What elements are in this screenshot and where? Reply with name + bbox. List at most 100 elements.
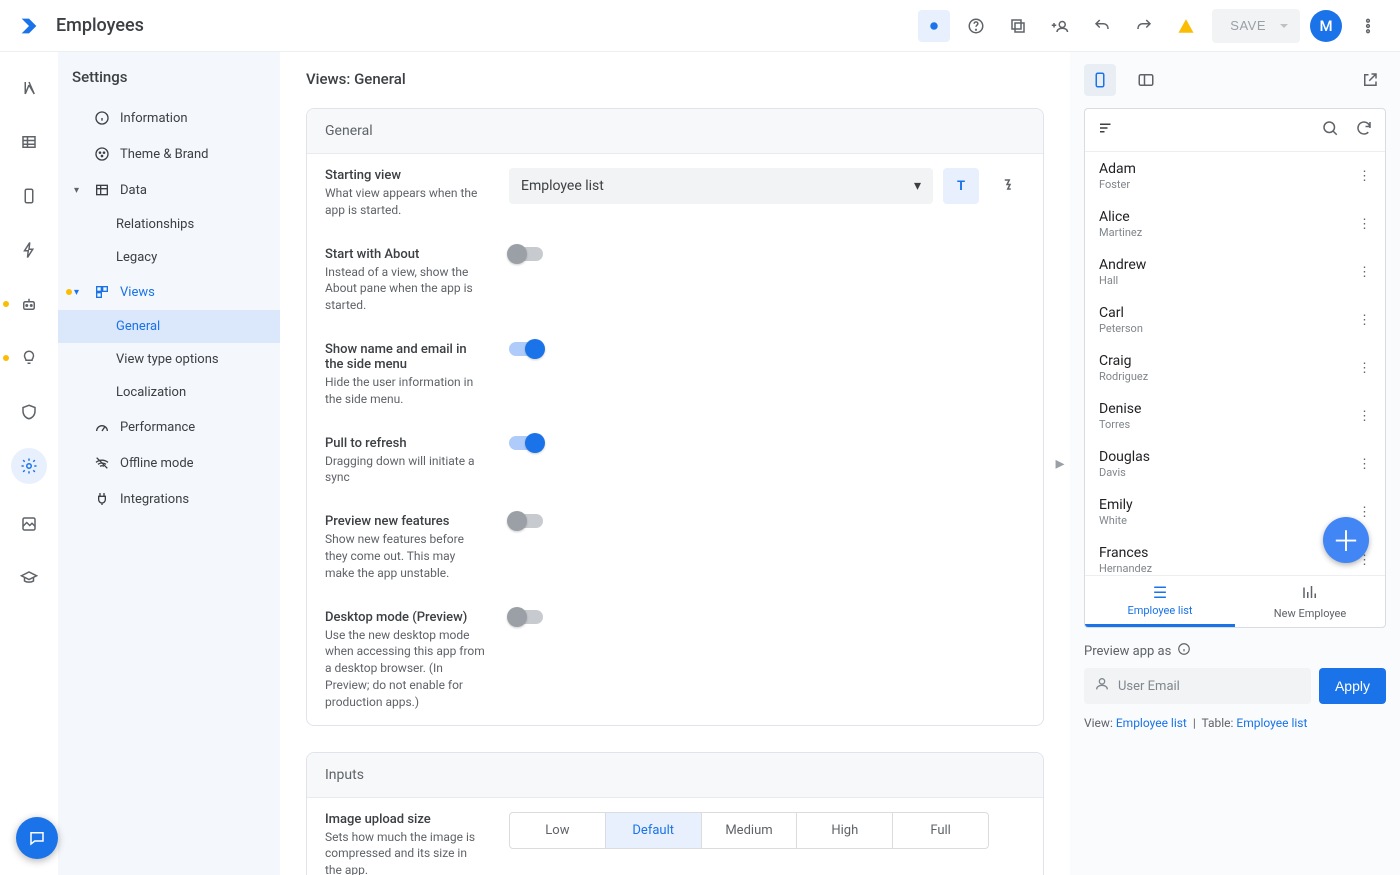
help-icon[interactable]: [960, 10, 992, 42]
sidebar-item-data[interactable]: ▾Data: [58, 172, 280, 208]
employee-first: Douglas: [1099, 449, 1150, 465]
preview-open-icon[interactable]: [1354, 64, 1386, 96]
formula-mode-chip[interactable]: [989, 168, 1025, 204]
refresh-icon[interactable]: [1355, 119, 1373, 141]
avatar[interactable]: M: [1310, 10, 1342, 42]
more-icon[interactable]: [1352, 10, 1384, 42]
phone-tab-new[interactable]: New Employee: [1235, 576, 1385, 627]
sort-icon[interactable]: [1097, 119, 1115, 141]
row-name-email: Show name and email in the side menuHide…: [307, 328, 1043, 422]
sidebar-item-information[interactable]: Information: [58, 100, 280, 136]
seg-default[interactable]: Default: [606, 813, 702, 848]
rail-security-icon[interactable]: [11, 394, 47, 430]
phone-tab-list[interactable]: ☰Employee list: [1085, 576, 1235, 627]
row-more-icon[interactable]: ⋮: [1358, 217, 1371, 232]
search-icon[interactable]: [1321, 119, 1339, 141]
preview-table-link[interactable]: Employee list: [1236, 716, 1307, 730]
logo[interactable]: Employees: [18, 15, 144, 37]
row-image-upload: Image upload sizeSets how much the image…: [307, 798, 1043, 875]
preview-mobile-icon[interactable]: [1084, 64, 1116, 96]
rail-home-icon[interactable]: [11, 70, 47, 106]
preview-tablet-icon[interactable]: [1130, 64, 1162, 96]
desktop-mode-toggle[interactable]: [509, 610, 543, 624]
undo-icon[interactable]: [1086, 10, 1118, 42]
layers-icon[interactable]: [1002, 10, 1034, 42]
list-item[interactable]: AndrewHall⋮: [1085, 248, 1385, 296]
info-icon[interactable]: [1177, 642, 1191, 660]
sidebar-item-localization[interactable]: Localization: [58, 376, 280, 409]
preview-view-link[interactable]: Employee list: [1116, 716, 1187, 730]
preview-features-label: Preview new features: [325, 514, 485, 529]
fab-add[interactable]: ＋: [1323, 517, 1369, 563]
preview-as-section: Preview app as User Email Apply: [1084, 642, 1386, 704]
rail-actions-icon[interactable]: [11, 232, 47, 268]
employee-first: Andrew: [1099, 257, 1146, 273]
rail-settings-icon[interactable]: [11, 448, 47, 484]
rules-icon[interactable]: [918, 10, 950, 42]
employee-first: Alice: [1099, 209, 1142, 225]
expand-collapse-handle[interactable]: ▸: [1050, 453, 1071, 474]
text-mode-chip[interactable]: T: [943, 168, 979, 204]
settings-sidebar: Settings Information Theme & Brand ▾Data…: [58, 52, 280, 875]
seg-full[interactable]: Full: [893, 813, 988, 848]
sidebar-item-performance[interactable]: Performance: [58, 409, 280, 445]
sidebar-item-views[interactable]: ▾Views: [58, 274, 280, 310]
row-more-icon[interactable]: ⋮: [1358, 361, 1371, 376]
sidebar-item-general[interactable]: General: [58, 310, 280, 343]
save-button[interactable]: SAVE: [1212, 9, 1300, 43]
employee-first: Adam: [1099, 161, 1136, 177]
rail-intelligence-icon[interactable]: [11, 340, 47, 376]
add-user-icon[interactable]: [1044, 10, 1076, 42]
row-more-icon[interactable]: ⋮: [1358, 457, 1371, 472]
apply-button[interactable]: Apply: [1319, 668, 1386, 704]
inputs-header: Inputs: [307, 753, 1043, 798]
name-email-toggle[interactable]: [509, 342, 543, 356]
row-pull-refresh: Pull to refreshDragging down will initia…: [307, 422, 1043, 501]
image-upload-label: Image upload size: [325, 812, 485, 827]
employee-first: Frances: [1099, 545, 1152, 561]
list-item[interactable]: AliceMartinez⋮: [1085, 200, 1385, 248]
sidebar-item-offline[interactable]: Offline mode: [58, 445, 280, 481]
preview-features-toggle[interactable]: [509, 514, 543, 528]
rail-data-icon[interactable]: [11, 124, 47, 160]
general-card: General Starting view What view appears …: [306, 108, 1044, 726]
seg-low[interactable]: Low: [510, 813, 606, 848]
sidebar-item-view-type-options[interactable]: View type options: [58, 343, 280, 376]
row-more-icon[interactable]: ⋮: [1358, 505, 1371, 520]
sidebar-item-relationships[interactable]: Relationships: [58, 208, 280, 241]
starting-view-sub: What view appears when the app is starte…: [325, 185, 485, 219]
sidebar-item-theme[interactable]: Theme & Brand: [58, 136, 280, 172]
rail-automation-icon[interactable]: [11, 286, 47, 322]
phone-app-bar: [1085, 109, 1385, 152]
list-item[interactable]: AdamFoster⋮: [1085, 152, 1385, 200]
list-item[interactable]: DouglasDavis ⋮: [1085, 440, 1385, 488]
row-more-icon[interactable]: ⋮: [1358, 409, 1371, 424]
user-email-input[interactable]: User Email: [1084, 668, 1311, 704]
seg-high[interactable]: High: [797, 813, 893, 848]
start-about-toggle[interactable]: [509, 247, 543, 261]
row-starting-view: Starting view What view appears when the…: [307, 154, 1043, 233]
employee-first: Denise: [1099, 401, 1141, 417]
seg-medium[interactable]: Medium: [702, 813, 798, 848]
starting-view-select[interactable]: Employee list ▾: [509, 168, 933, 204]
list-item[interactable]: CraigRodriguez⋮: [1085, 344, 1385, 392]
rail-manage-icon[interactable]: [11, 506, 47, 542]
employee-last: Torres: [1099, 418, 1141, 431]
rail-views-icon[interactable]: [11, 178, 47, 214]
sidebar-item-integrations[interactable]: Integrations: [58, 481, 280, 517]
pull-refresh-toggle[interactable]: [509, 436, 543, 450]
row-more-icon[interactable]: ⋮: [1358, 169, 1371, 184]
redo-icon[interactable]: [1128, 10, 1160, 42]
sidebar-item-legacy[interactable]: Legacy: [58, 241, 280, 274]
row-more-icon[interactable]: ⋮: [1358, 313, 1371, 328]
list-item[interactable]: DeniseTorres ⋮: [1085, 392, 1385, 440]
topbar-actions: SAVE M: [918, 9, 1384, 43]
warning-icon[interactable]: [1170, 10, 1202, 42]
employee-last: Davis: [1099, 466, 1150, 479]
chat-fab[interactable]: [16, 817, 58, 859]
row-more-icon[interactable]: ⋮: [1358, 265, 1371, 280]
employee-list[interactable]: AdamFoster⋮AliceMartinez⋮AndrewHall⋮Carl…: [1085, 152, 1385, 575]
list-item[interactable]: CarlPeterson⋮: [1085, 296, 1385, 344]
row-desktop-mode: Desktop mode (Preview)Use the new deskto…: [307, 596, 1043, 725]
rail-learn-icon[interactable]: [11, 560, 47, 596]
